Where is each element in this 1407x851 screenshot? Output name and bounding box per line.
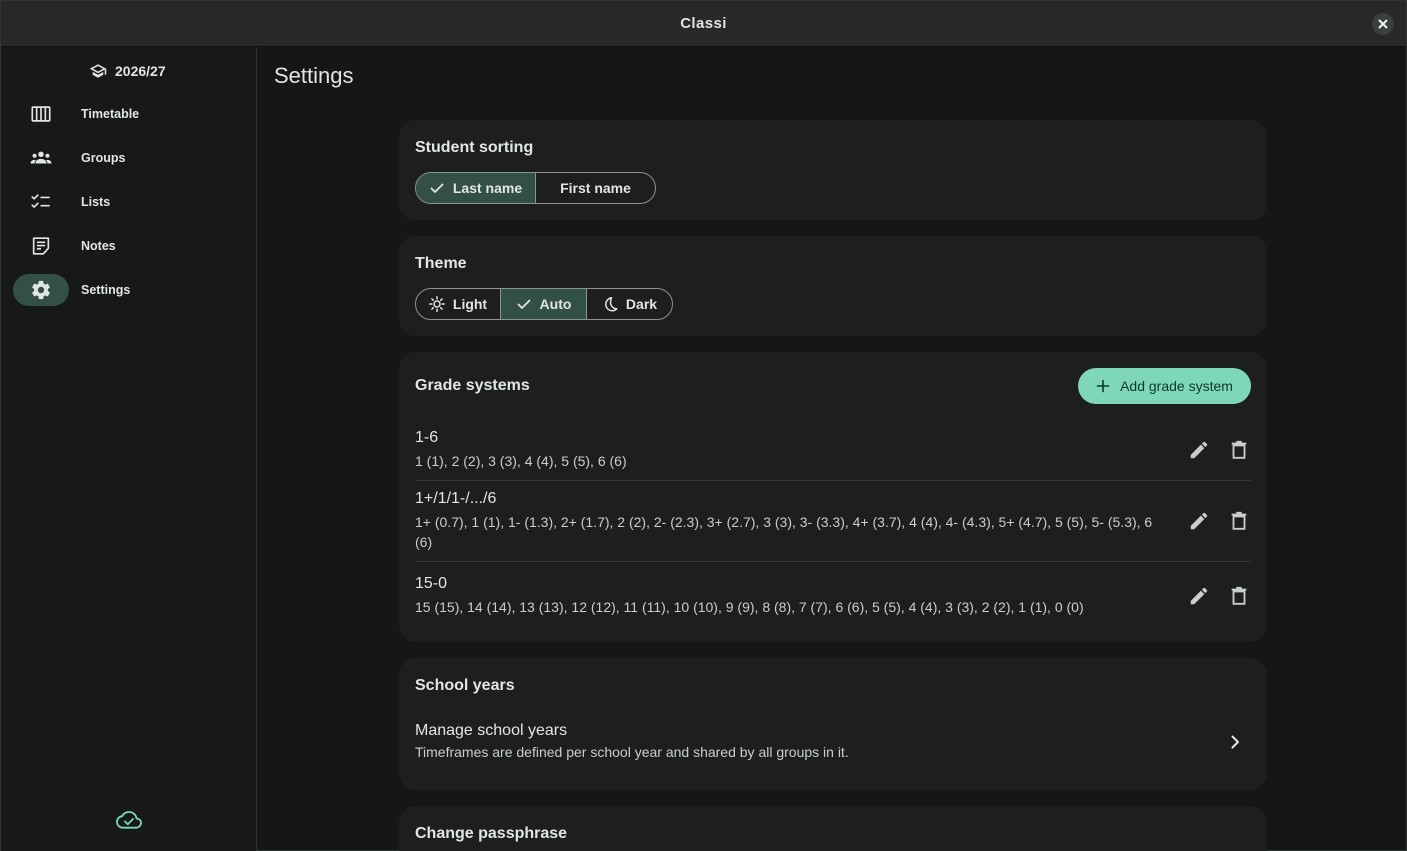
sidebar: 2026/27 Timetable Groups Lists Notes Set… [1,47,257,851]
student-sorting-card: Student sorting Last name First name [399,120,1267,220]
student-sorting-toggle: Last name First name [415,172,656,204]
main-content: Settings Student sorting Last name First… [258,47,1406,851]
gear-icon [32,280,50,300]
edit-grade-system-button[interactable] [1187,509,1211,533]
window-title: Classi [680,15,727,32]
divider [415,480,1251,481]
sidebar-item-lists[interactable]: Lists [13,186,248,218]
trash-icon [1231,440,1247,459]
grade-system-row: 1+/1/1-/.../6 1+ (0.7), 1 (1), 1- (1.3),… [415,490,1251,552]
change-passphrase-card: Change passphrase [399,806,1267,851]
cloud-done-icon[interactable] [116,809,142,831]
sort-first-name-label: First name [560,180,631,196]
student-sorting-title: Student sorting [415,139,534,156]
plus-icon [1096,379,1110,393]
school-years-title: School years [415,677,515,694]
pencil-icon [1190,587,1208,605]
change-passphrase-title: Change passphrase [415,825,568,842]
grade-system-grades: 1+ (0.7), 1 (1), 1- (1.3), 2+ (1.7), 2 (… [415,514,1153,550]
theme-title: Theme [415,255,467,272]
sidebar-item-label: Settings [81,283,131,297]
edit-grade-system-button[interactable] [1187,584,1211,608]
delete-grade-system-button[interactable] [1227,509,1251,533]
manage-school-years-item[interactable]: Manage school years Timeframes are defin… [415,722,1251,760]
sort-last-name-option[interactable]: Last name [416,173,536,203]
sidebar-item-notes[interactable]: Notes [13,230,248,262]
divider [415,561,1251,562]
grade-system-name: 15-0 [415,575,448,592]
title-bar: Classi [1,1,1406,47]
timetable-icon [31,106,51,122]
manage-school-years-description: Timeframes are defined per school year a… [415,744,849,760]
add-grade-system-label: Add grade system [1120,378,1233,394]
sidebar-item-label: Timetable [81,107,140,121]
theme-dark-label: Dark [625,296,658,312]
grade-systems-title: Grade systems [415,377,530,394]
edit-grade-system-button[interactable] [1187,438,1211,462]
theme-toggle: Light Auto Dark [415,288,673,320]
delete-grade-system-button[interactable] [1227,584,1251,608]
app-window: Classi 2026/27 Timetable Groups Lists No… [0,0,1407,851]
pencil-icon [1190,512,1208,530]
theme-card: Theme Light Auto Dark [399,236,1267,336]
school-icon [89,64,107,78]
theme-light-label: Light [452,296,488,312]
sidebar-item-label: Notes [81,239,116,253]
close-button[interactable] [1372,13,1394,35]
grade-system-grades: 1 (1), 2 (2), 3 (3), 4 (4), 5 (5), 6 (6) [415,453,627,469]
sidebar-item-settings[interactable]: Settings [13,274,248,306]
school-year-label: 2026/27 [115,63,166,79]
manage-school-years-title: Manage school years [415,722,568,739]
grade-systems-card: Grade systems Add grade system 1-6 1 (1)… [399,352,1267,642]
grade-system-row: 1-6 1 (1), 2 (2), 3 (3), 4 (4), 5 (5), 6… [415,429,1251,471]
grade-system-name: 1-6 [415,429,439,446]
pencil-icon [1190,441,1208,459]
lists-icon [31,194,50,208]
theme-auto-label: Auto [539,296,572,312]
grade-system-grades: 15 (15), 14 (14), 13 (13), 12 (12), 11 (… [415,599,1084,615]
sort-last-name-label: Last name [452,180,523,196]
check-icon [430,183,444,193]
theme-light-option[interactable]: Light [416,289,501,319]
moon-icon [604,297,618,312]
theme-dark-option[interactable]: Dark [587,289,672,319]
grade-system-name: 1+/1/1-/.../6 [415,490,497,507]
grade-system-row: 15-0 15 (15), 14 (14), 13 (13), 12 (12),… [415,575,1251,617]
sun-icon [428,296,445,312]
close-icon [1378,19,1388,29]
school-year-selector[interactable]: 2026/27 [89,62,166,80]
trash-icon [1231,511,1247,530]
theme-auto-option[interactable]: Auto [501,289,587,319]
sidebar-item-label: Groups [81,151,126,165]
sidebar-item-timetable[interactable]: Timetable [13,98,248,130]
trash-icon [1231,586,1247,605]
check-icon [517,299,530,309]
school-years-card: School years Manage school years Timefra… [399,658,1267,790]
delete-grade-system-button[interactable] [1227,438,1251,462]
groups-icon [30,151,52,164]
sort-first-name-option[interactable]: First name [536,173,655,203]
add-grade-system-button[interactable]: Add grade system [1078,368,1251,404]
page-title: Settings [274,63,354,88]
notes-icon [32,237,50,255]
sidebar-item-label: Lists [81,195,111,209]
sidebar-item-groups[interactable]: Groups [13,142,248,174]
chevron-right-icon [1231,735,1239,749]
